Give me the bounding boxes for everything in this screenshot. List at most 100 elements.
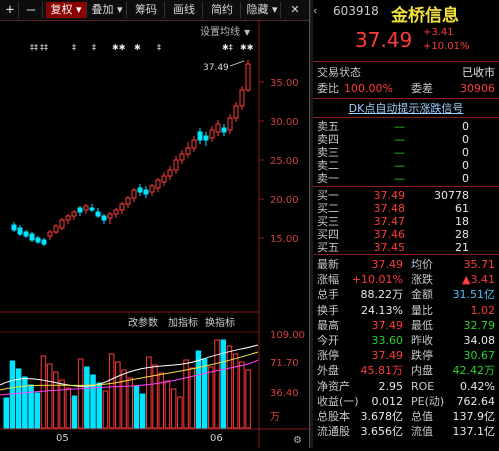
indicator-tab[interactable]: 改参数 [128, 316, 158, 329]
brief-button[interactable]: 简约 [204, 2, 241, 18]
order-price: — [394, 120, 405, 133]
candle-body [167, 169, 173, 177]
volume-bar [164, 380, 171, 429]
chevron-down-icon[interactable]: ▼ [244, 28, 251, 37]
volume-bar [177, 396, 183, 429]
adjust-price-button[interactable]: 复权 ▾ [46, 2, 87, 18]
order-level-label: 卖一 [317, 172, 339, 185]
candle-body [233, 105, 239, 119]
zoom-in-button[interactable]: + [2, 2, 19, 18]
stat-row: 收益(一) 0.012 PE(动) 762.64 [313, 395, 499, 409]
sell-order-row[interactable]: 卖一 — 0 [313, 172, 499, 186]
candle-body [215, 123, 221, 133]
candle-body [161, 175, 167, 183]
event-marker[interactable]: ✱‡ [222, 43, 233, 52]
event-marker[interactable]: ‡ [72, 43, 76, 52]
volume-bar [28, 384, 34, 429]
candle-body [137, 187, 143, 193]
candle-body [95, 211, 101, 217]
sell-order-row[interactable]: 卖二 — 0 [313, 159, 499, 173]
volume-bar [77, 358, 84, 429]
kline-chart[interactable]: 设置均线 ▼ ‡‡ ‡‡ ‡ ‡ ✱✱ ✱ ‡ ✱‡ ✱✱ 35.00 30.00 25.00 20.… [0, 19, 309, 448]
draw-line-button[interactable]: 画线 [166, 2, 203, 18]
price-tick-label: 25.00 [270, 156, 299, 167]
stat-label: 均价 [411, 258, 433, 271]
kline-chart-svg: 设置均线 ▼ ‡‡ ‡‡ ‡ ‡ ✱✱ ✱ ‡ ✱‡ ✱✱ 35.0030.0025.0020.… [0, 19, 309, 448]
price-tick-label: 30.00 [270, 117, 299, 128]
candle-body [23, 231, 29, 237]
sell-order-row[interactable]: 卖三 — 0 [313, 146, 499, 160]
stat-row: 最高 37.49 最低 32.79 [313, 319, 499, 333]
stat-label: 量比 [411, 303, 433, 317]
candle-body [59, 219, 65, 229]
buy-order-row[interactable]: 买五 37.45 21 [313, 241, 499, 255]
candle-body [155, 179, 161, 189]
candle-body [65, 215, 71, 221]
buy-order-row[interactable]: 买一 37.49 30778 [313, 189, 499, 203]
volume-bar [139, 393, 146, 429]
event-marker[interactable]: ✱✱ [112, 43, 126, 52]
chevron-left-icon[interactable]: ‹ [313, 0, 327, 22]
event-marker[interactable]: ‡ [92, 43, 96, 52]
candle-body [239, 89, 245, 107]
zoom-out-button[interactable]: — [20, 2, 43, 18]
order-volume: 0 [462, 120, 469, 133]
buy-order-row[interactable]: 买四 37.46 28 [313, 228, 499, 242]
indicator-tab[interactable]: 加指标 [168, 316, 198, 329]
sell-order-row[interactable]: 卖五 — 0 [313, 120, 499, 134]
stat-row: 净资产 2.95 ROE 0.42% [313, 380, 499, 394]
indicator-tab[interactable]: 换指标 [205, 316, 235, 329]
event-marker[interactable]: ‡‡ [30, 43, 38, 52]
candle-body [173, 159, 179, 171]
stat-value: +10.01% [351, 273, 403, 287]
volume-bar [170, 388, 177, 429]
candle-body [191, 139, 197, 149]
stat-label: ROE [411, 379, 435, 393]
volume-bar [208, 366, 214, 429]
current-price: 37.49 [355, 28, 413, 52]
order-level-label: 买五 [317, 241, 339, 254]
stat-value: 3.678亿 [360, 410, 404, 423]
trade-state-value: 已收市 [462, 66, 495, 79]
order-level-label: 卖四 [317, 133, 339, 146]
hide-button[interactable]: 隐藏 ▾ [244, 2, 281, 18]
candle-body [53, 225, 59, 233]
candle-body [185, 147, 191, 155]
settings-icon[interactable]: ⚙ [293, 435, 302, 446]
trade-state-label: 交易状态 [317, 66, 361, 79]
stat-value: 35.71 [463, 258, 496, 271]
event-marker[interactable]: ✱✱ [240, 43, 254, 52]
overlay-button[interactable]: 叠加 ▾ [88, 2, 127, 18]
overlay-label: 叠加 [91, 3, 114, 16]
candle-body [149, 185, 155, 193]
sell-order-row[interactable]: 卖四 — 0 [313, 133, 499, 147]
buy-order-row[interactable]: 买二 37.48 61 [313, 202, 499, 216]
stat-row: 今开 33.60 昨收 34.08 [313, 334, 499, 348]
stat-value: 42.42万 [452, 364, 496, 378]
candle-body [83, 205, 89, 211]
stat-row: 换手 24.13% 量比 1.02 [313, 304, 499, 318]
stat-label: 今开 [317, 334, 339, 347]
event-marker[interactable]: ‡‡ [40, 43, 48, 52]
dk-signal-banner[interactable]: DK点自动提示涨跌信号 [313, 100, 499, 116]
order-price: — [394, 159, 405, 172]
event-marker[interactable]: ‡ [157, 43, 161, 52]
volume-bar [15, 368, 22, 429]
stat-value: 33.60 [371, 334, 404, 347]
month-label: 06 [210, 433, 223, 444]
candle-body [113, 209, 119, 215]
stat-row: 涨停 37.49 跌停 30.67 [313, 349, 499, 363]
stat-value: 0.42% [460, 379, 495, 393]
event-marker[interactable]: ✱ [134, 43, 141, 52]
stat-row: 外盘 45.81万 内盘 42.42万 [313, 364, 499, 378]
candle-body [197, 131, 203, 141]
candle-body [203, 135, 209, 141]
close-icon[interactable]: ✕ [286, 2, 304, 18]
order-level-label: 买二 [317, 202, 339, 215]
stat-label: 昨收 [411, 334, 433, 347]
stat-label: 流值 [411, 425, 433, 439]
buy-order-row[interactable]: 买三 37.47 18 [313, 215, 499, 229]
chips-button[interactable]: 筹码 [128, 2, 165, 18]
settings-ma-link[interactable]: 设置均线 [200, 25, 240, 38]
candle-body [35, 237, 41, 243]
